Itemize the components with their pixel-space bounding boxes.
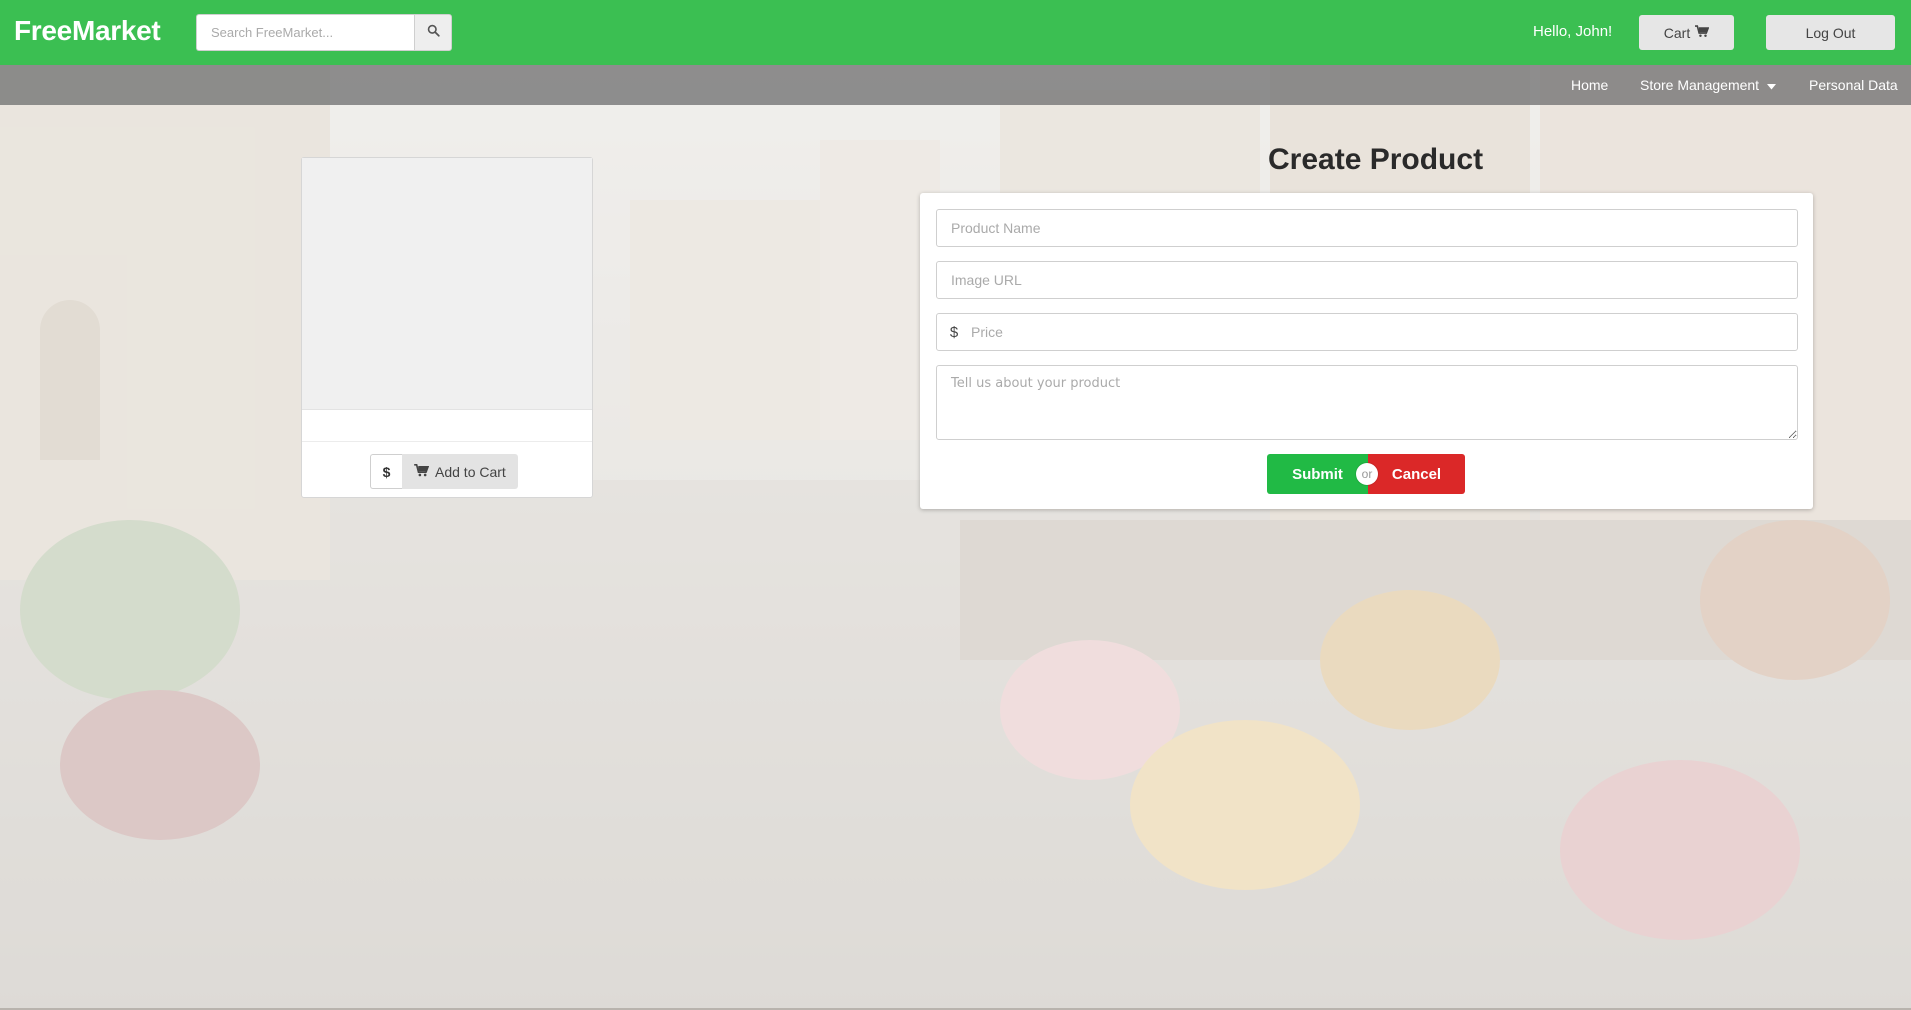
price-input[interactable] — [971, 315, 1797, 349]
submit-button[interactable]: Submit — [1267, 454, 1368, 494]
user-greeting: Hello, John! — [1533, 23, 1613, 40]
search-input[interactable] — [196, 14, 414, 51]
description-textarea[interactable] — [936, 365, 1798, 440]
nav-store-management-dropdown[interactable]: Store Management — [1640, 77, 1777, 93]
price-tag: $ — [370, 454, 402, 489]
nav-store-management-label: Store Management — [1640, 77, 1760, 93]
or-divider: or — [1356, 463, 1378, 485]
cart-label: Cart — [1663, 24, 1691, 41]
secondary-navbar: Home Store Management Personal Data — [0, 65, 1911, 105]
image-url-input[interactable] — [936, 261, 1798, 299]
top-navbar: FreeMarket Hello, John! Cart Log Out — [0, 0, 1911, 65]
card-divider — [302, 441, 592, 442]
preview-actions: $ Add to Cart — [370, 454, 518, 489]
product-image-placeholder — [302, 158, 592, 410]
product-preview-card: $ Add to Cart — [301, 157, 593, 498]
add-to-cart-button[interactable]: Add to Cart — [402, 454, 518, 489]
nav-home[interactable]: Home — [1571, 77, 1608, 93]
product-name-input[interactable] — [936, 209, 1798, 247]
cart-icon — [414, 463, 430, 480]
search-button[interactable] — [414, 14, 452, 51]
search-icon — [427, 24, 440, 42]
add-to-cart-label: Add to Cart — [435, 463, 506, 480]
brand-logo[interactable]: FreeMarket — [14, 15, 161, 47]
cart-button[interactable]: Cart — [1639, 15, 1734, 50]
price-field: $ — [936, 313, 1798, 351]
price-currency-label: $ — [949, 323, 959, 341]
form-actions: Submit Cancel or — [1267, 454, 1465, 494]
page-title: Create Product — [1268, 143, 1484, 176]
search-bar — [196, 14, 452, 51]
logout-button[interactable]: Log Out — [1766, 15, 1895, 50]
cart-icon — [1695, 24, 1710, 41]
caret-down-icon — [1767, 77, 1777, 93]
cancel-button[interactable]: Cancel — [1368, 454, 1465, 494]
create-product-form: $ Submit Cancel or — [920, 193, 1813, 509]
nav-personal-data[interactable]: Personal Data — [1809, 77, 1898, 93]
